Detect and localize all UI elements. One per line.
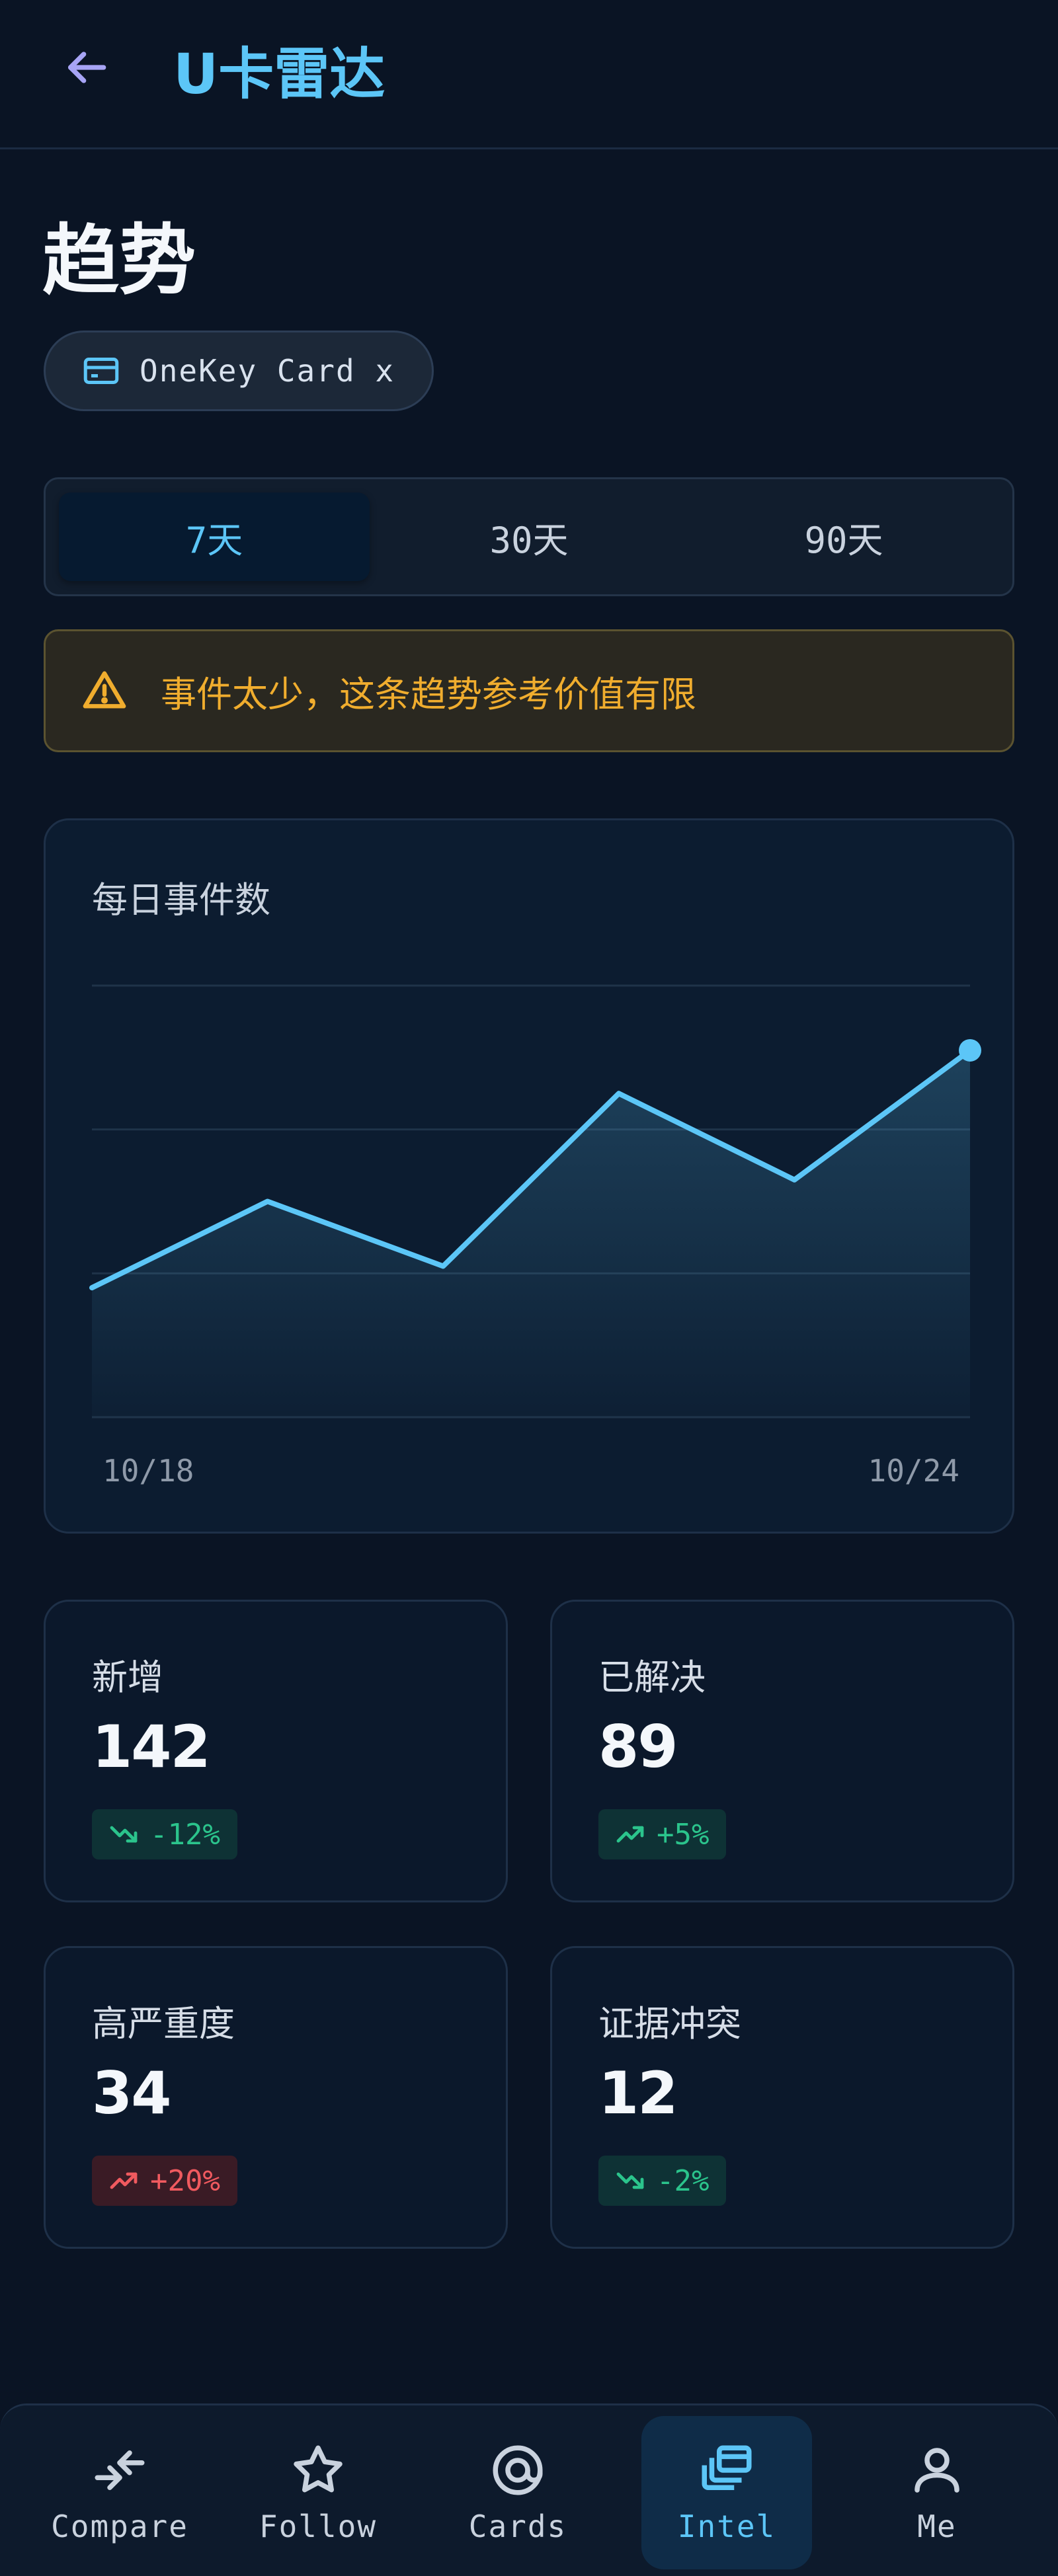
stat-label: 新增 [92,1657,163,1698]
change-value: -12% [150,1817,220,1852]
stat-value: 34 [92,2059,171,2127]
card-chip-label: OneKey Card x [140,353,395,389]
bottom-navigation: Compare Follow Cards Intel Me [0,2403,1058,2576]
low-data-warning: 事件太少，这条趋势参考价值有限 [44,629,1014,752]
nav-label: Me [917,2509,957,2544]
tab-7-days[interactable]: 7天 [59,492,370,581]
change-value: +5% [657,1817,710,1852]
arrow-left-icon [68,52,106,83]
x-tick-label-end: 10/24 [868,1453,959,1489]
chart-area-fill [92,1050,970,1417]
stat-card-new[interactable]: 新增 142 -12% [44,1600,508,1902]
warning-text: 事件太少，这条趋势参考价值有限 [161,673,696,715]
stat-card-high-severity[interactable]: 高严重度 34 +20% [44,1946,508,2249]
at-sign-icon [493,2445,543,2495]
nav-label: Follow [259,2509,378,2544]
change-badge: +20% [92,2156,237,2206]
range-selector: 7天 30天 90天 [44,477,1014,596]
nav-compare[interactable]: Compare [34,2416,205,2569]
nav-cards[interactable]: Cards [432,2416,603,2569]
stat-label: 高严重度 [92,2003,235,2045]
stat-value: 12 [598,2059,678,2127]
change-badge: -2% [598,2156,727,2206]
x-tick-label-start: 10/18 [102,1453,194,1489]
trend-up-icon [616,1826,644,1843]
nav-intel[interactable]: Intel [641,2416,812,2569]
trend-down-icon [616,2172,644,2189]
back-button[interactable] [53,34,119,100]
app-title: U卡雷达 [173,42,386,106]
nav-label: Intel [677,2509,776,2544]
trend-up-icon [110,2172,138,2189]
tab-30-days[interactable]: 30天 [374,492,684,581]
daily-events-chart-card: 每日事件数 10/18 10/24 [44,818,1014,1534]
app-header: U卡雷达 [0,0,1058,149]
stat-label: 证据冲突 [598,2003,741,2045]
stat-label: 已解决 [598,1657,706,1698]
warning-triangle-icon [83,671,126,709]
stat-card-resolved[interactable]: 已解决 89 +5% [550,1600,1014,1902]
page-title: 趋势 [42,216,196,305]
stat-value: 89 [598,1713,678,1781]
nav-label: Compare [51,2509,188,2544]
stat-value: 142 [92,1713,211,1781]
daily-events-chart: 10/18 10/24 [89,984,981,1489]
credit-card-icon [83,358,119,384]
change-value: -2% [657,2164,710,2198]
change-badge: +5% [598,1809,727,1859]
nav-me[interactable]: Me [852,2416,1022,2569]
chart-point [959,1038,981,1062]
compare-arrows-icon [95,2450,145,2490]
nav-follow[interactable]: Follow [233,2416,403,2569]
trend-screen: U卡雷达 趋势 OneKey Card x 7天 30天 90天 事件太少，这条… [0,0,1058,2576]
star-icon [294,2445,343,2493]
stat-card-evidence-conflict[interactable]: 证据冲突 12 -2% [550,1946,1014,2249]
change-badge: -12% [92,1809,237,1859]
change-value: +20% [150,2164,220,2198]
card-filter-chip[interactable]: OneKey Card x [44,331,434,411]
trend-down-icon [110,1826,138,1843]
tab-90-days[interactable]: 90天 [688,492,999,581]
nav-label: Cards [468,2509,567,2544]
stacked-cards-icon [702,2445,752,2490]
person-icon [915,2448,959,2493]
